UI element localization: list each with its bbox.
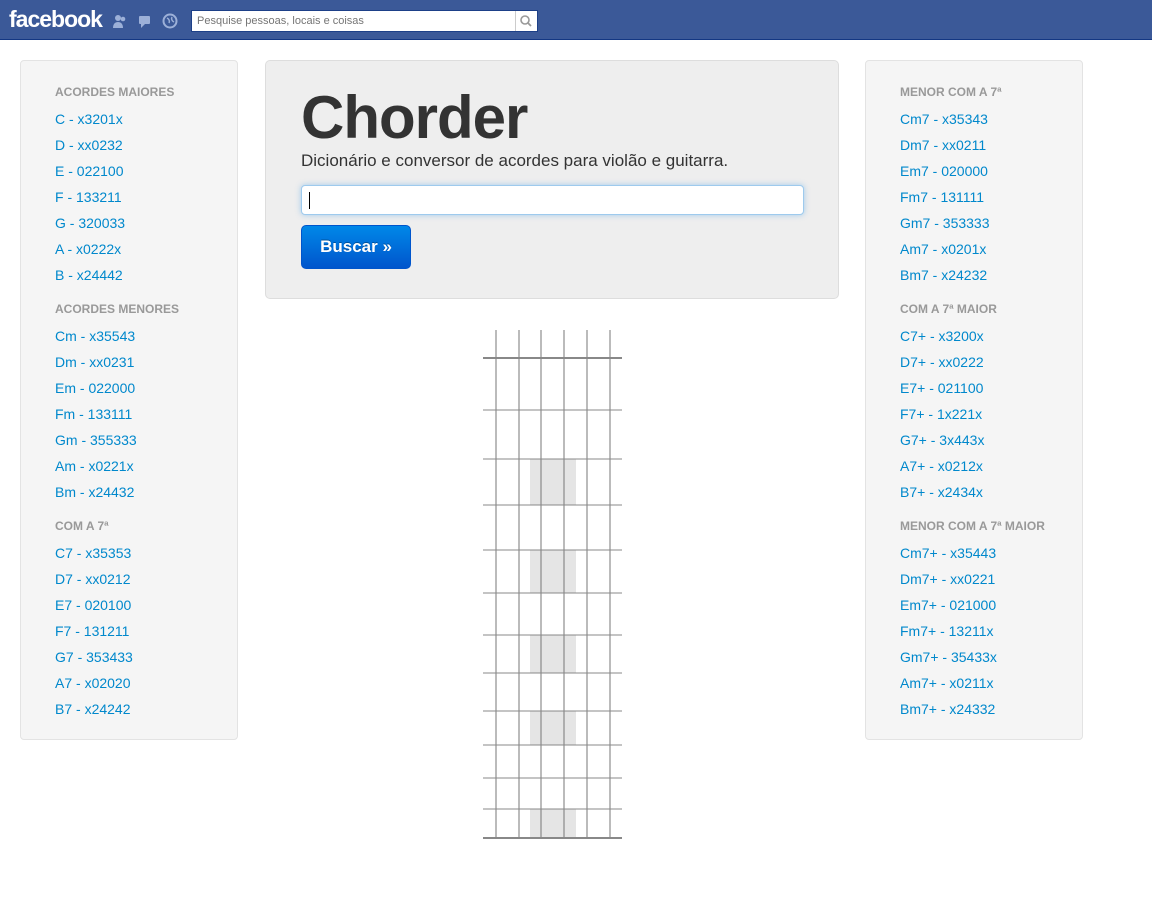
chord-link-a7plus[interactable]: A7+ - x0212x [900, 458, 983, 474]
section-title-minor-seventh: MENOR COM A 7ª [900, 85, 1002, 99]
chord-link-b7plus[interactable]: B7+ - x2434x [900, 484, 983, 500]
section-title-seventh: COM A 7ª [55, 519, 109, 533]
facebook-search-box [191, 10, 538, 32]
chord-link-dm7plus[interactable]: Dm7+ - xx0221 [900, 571, 995, 587]
messages-icon[interactable] [137, 13, 153, 29]
chord-link-cm[interactable]: Cm - x35543 [55, 328, 135, 344]
page-title: Chorder [301, 84, 528, 151]
chord-link-am7[interactable]: Am7 - x0201x [900, 241, 986, 257]
chord-link-gm7[interactable]: Gm7 - 353333 [900, 215, 990, 231]
section-title-major-seventh: COM A 7ª MAIOR [900, 302, 997, 316]
chord-link-em7plus[interactable]: Em7+ - 021000 [900, 597, 996, 613]
chorder-hero: Chorder Dicionário e conversor de acorde… [265, 60, 839, 299]
facebook-logo[interactable]: facebook [9, 6, 103, 33]
page-subtitle: Dicionário e conversor de acordes para v… [301, 151, 729, 170]
chord-link-bm7plus[interactable]: Bm7+ - x24332 [900, 701, 995, 717]
chord-link-c7plus[interactable]: C7+ - x3200x [900, 328, 984, 344]
chord-link-em7[interactable]: Em7 - 020000 [900, 163, 988, 179]
chord-link-fm[interactable]: Fm - 133111 [55, 406, 132, 422]
chord-link-f7plus[interactable]: F7+ - 1x221x [900, 406, 982, 422]
fret-highlight [530, 635, 576, 673]
chord-link-g[interactable]: G - 320033 [55, 215, 125, 231]
chord-link-dm7[interactable]: Dm7 - xx0211 [900, 137, 986, 153]
chord-link-cm7[interactable]: Cm7 - x35343 [900, 111, 988, 127]
right-chord-sidebar: MENOR COM A 7ª Cm7 - x35343 Dm7 - xx0211… [865, 60, 1083, 740]
chord-link-am7plus[interactable]: Am7+ - x0211x [900, 675, 994, 691]
chord-link-f[interactable]: F - 133211 [55, 189, 122, 205]
chord-link-d7[interactable]: D7 - xx0212 [55, 571, 130, 587]
chord-link-d7plus[interactable]: D7+ - xx0222 [900, 354, 984, 370]
chord-link-d[interactable]: D - xx0232 [55, 137, 123, 153]
search-button[interactable]: Buscar » [301, 225, 411, 269]
fret-highlight [530, 459, 576, 505]
fretboard-frets [483, 357, 622, 839]
section-title-minor-major-seventh: MENOR COM A 7ª MAIOR [900, 519, 1045, 533]
chord-link-gm[interactable]: Gm - 355333 [55, 432, 137, 448]
facebook-search-input[interactable] [197, 12, 515, 30]
chord-search-input[interactable] [301, 185, 804, 215]
chord-link-gm7plus[interactable]: Gm7+ - 35433x [900, 649, 997, 665]
chord-link-cm7plus[interactable]: Cm7+ - x35443 [900, 545, 996, 561]
chord-link-b7[interactable]: B7 - x24242 [55, 701, 131, 717]
chord-link-fm7plus[interactable]: Fm7+ - 13211x [900, 623, 994, 639]
facebook-search-button[interactable] [515, 11, 537, 31]
left-chord-sidebar: ACORDES MAIORES C - x3201x D - xx0232 E … [20, 60, 238, 740]
chord-link-a[interactable]: A - x0222x [55, 241, 121, 257]
friend-requests-icon[interactable] [112, 13, 128, 29]
chord-fretboard-diagram [483, 330, 622, 839]
chord-link-g7[interactable]: G7 - 353433 [55, 649, 133, 665]
fret-highlight [530, 550, 576, 593]
search-icon [520, 15, 532, 27]
notifications-globe-icon[interactable] [162, 13, 178, 29]
chord-link-a7[interactable]: A7 - x02020 [55, 675, 131, 691]
fret-highlight [530, 809, 576, 838]
fret-highlight [530, 711, 576, 745]
chord-link-b[interactable]: B - x24442 [55, 267, 123, 283]
section-title-major: ACORDES MAIORES [55, 85, 175, 99]
chord-link-bm7[interactable]: Bm7 - x24232 [900, 267, 987, 283]
chord-link-c7[interactable]: C7 - x35353 [55, 545, 131, 561]
chord-link-em[interactable]: Em - 022000 [55, 380, 135, 396]
chord-link-dm[interactable]: Dm - xx0231 [55, 354, 134, 370]
text-caret [309, 192, 310, 209]
chord-link-fm7[interactable]: Fm7 - 131111 [900, 189, 984, 205]
section-title-minor: ACORDES MENORES [55, 302, 180, 316]
facebook-top-bar: facebook [0, 0, 1152, 40]
chord-link-c[interactable]: C - x3201x [55, 111, 123, 127]
chord-link-am[interactable]: Am - x0221x [55, 458, 134, 474]
chord-link-e7plus[interactable]: E7+ - 021100 [900, 380, 983, 396]
chord-link-f7[interactable]: F7 - 131211 [55, 623, 129, 639]
chord-link-g7plus[interactable]: G7+ - 3x443x [900, 432, 984, 448]
chord-link-e[interactable]: E - 022100 [55, 163, 124, 179]
chord-link-e7[interactable]: E7 - 020100 [55, 597, 131, 613]
chord-link-bm[interactable]: Bm - x24432 [55, 484, 134, 500]
